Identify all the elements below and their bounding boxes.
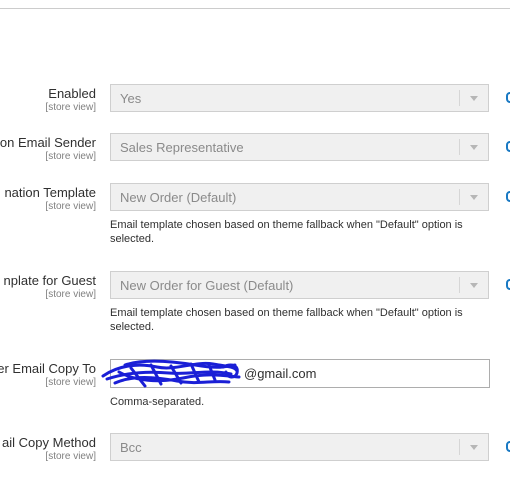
field-label: on Email Sender — [0, 135, 96, 150]
scope-label: [store view] — [45, 289, 96, 300]
email-sender-select[interactable]: Sales Representative — [110, 133, 489, 161]
chevron-down-icon — [470, 195, 478, 200]
chevron-down-icon — [470, 445, 478, 450]
use-system-value-checkbox[interactable] — [506, 92, 510, 103]
field-label-group: ail Copy Method [store view] — [2, 435, 96, 463]
field-label-group: nplate for Guest [store view] — [4, 273, 97, 301]
select-value: New Order for Guest (Default) — [120, 278, 294, 293]
field-label: Enabled — [48, 86, 96, 101]
select-divider — [459, 139, 460, 155]
guest-template-select[interactable]: New Order for Guest (Default) — [110, 271, 489, 299]
scope-label: [store view] — [45, 102, 96, 113]
field-label: ail Copy Method — [2, 435, 96, 450]
use-system-value-checkbox[interactable] — [506, 441, 510, 452]
field-label-group: nation Template [store view] — [4, 185, 96, 213]
confirmation-template-select[interactable]: New Order (Default) — [110, 183, 489, 211]
select-value: Yes — [120, 91, 142, 106]
field-note: Email template chosen based on theme fal… — [110, 307, 463, 333]
use-system-value-checkbox[interactable] — [506, 141, 510, 152]
scope-label: [store view] — [45, 201, 96, 212]
field-label: er Email Copy To — [0, 361, 96, 376]
field-label-group: Enabled [store view] — [45, 86, 96, 114]
enabled-select[interactable]: Yes — [110, 84, 489, 112]
select-value: New Order (Default) — [120, 190, 237, 205]
select-divider — [459, 90, 460, 106]
chevron-down-icon — [470, 145, 478, 150]
select-value: Sales Representative — [120, 140, 244, 155]
use-system-value-checkbox[interactable] — [506, 279, 510, 290]
scope-label: [store view] — [45, 377, 96, 388]
field-label-group: er Email Copy To [store view] — [0, 361, 96, 389]
select-divider — [459, 277, 460, 293]
field-label-group: on Email Sender [store view] — [0, 135, 96, 163]
select-divider — [459, 439, 460, 455]
copy-method-select[interactable]: Bcc — [110, 433, 489, 461]
field-note: Email template chosen based on theme fal… — [110, 219, 463, 245]
email-copy-to-input[interactable]: @gmail.com — [101, 359, 490, 388]
use-system-value-checkbox[interactable] — [506, 191, 510, 202]
field-label: nation Template — [4, 185, 96, 200]
scope-label: [store view] — [45, 151, 96, 162]
chevron-down-icon — [470, 96, 478, 101]
select-divider — [459, 189, 460, 205]
field-label: nplate for Guest — [3, 273, 97, 288]
section-divider — [0, 8, 510, 9]
input-value: @gmail.com — [244, 366, 317, 381]
scope-label: [store view] — [45, 451, 96, 462]
select-value: Bcc — [120, 440, 142, 455]
chevron-down-icon — [470, 283, 478, 288]
scribble-redaction-icon — [101, 359, 241, 388]
field-note: Comma-separated. — [110, 396, 205, 408]
